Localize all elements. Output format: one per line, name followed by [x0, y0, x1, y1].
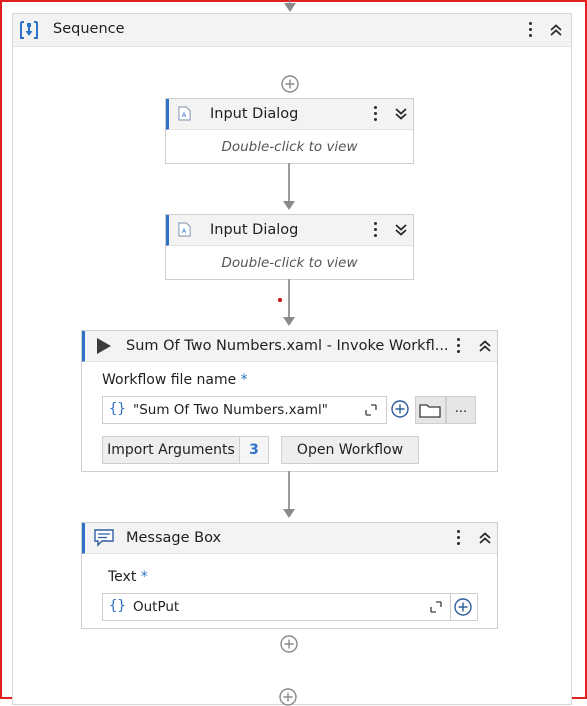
top-arrow [284, 3, 296, 12]
activity-title: Input Dialog [210, 222, 299, 238]
expand-icon[interactable] [393, 106, 409, 122]
input-dialog-activity[interactable]: A Input Dialog Double-click to view [165, 98, 414, 164]
connector-line [288, 471, 290, 509]
sequence-title: Sequence [53, 21, 125, 37]
activity-menu-icon[interactable] [370, 219, 382, 241]
browse-folder-button[interactable] [415, 396, 446, 424]
text-value: OutPut [133, 599, 180, 615]
activity-header[interactable]: Sum Of Two Numbers.xaml - Invoke Workfl.… [82, 331, 497, 362]
activity-menu-icon[interactable] [453, 527, 465, 549]
open-workflow-button[interactable]: Open Workflow [281, 436, 419, 464]
collapse-icon[interactable] [477, 338, 493, 354]
add-activity-icon[interactable] [281, 75, 299, 93]
add-variable-cell[interactable] [451, 593, 478, 621]
connector-arrow [283, 201, 295, 210]
text-input[interactable]: {} OutPut [102, 593, 451, 621]
workflow-file-input[interactable]: {} "Sum Of Two Numbers.xaml" [102, 396, 387, 424]
expand-editor-icon[interactable] [365, 404, 377, 416]
breakpoint-dot [278, 298, 282, 302]
invoke-workflow-activity[interactable]: Sum Of Two Numbers.xaml - Invoke Workfl.… [81, 330, 498, 472]
activity-hint: Double-click to view [221, 139, 358, 155]
add-activity-icon[interactable] [279, 688, 297, 706]
activity-menu-icon[interactable] [453, 335, 465, 357]
svg-text:A: A [182, 111, 187, 119]
add-activity-icon[interactable] [280, 635, 298, 653]
sequence-header[interactable]: Sequence [13, 14, 571, 47]
expression-icon: {} [109, 401, 126, 417]
input-dialog-activity[interactable]: A Input Dialog Double-click to view [165, 214, 414, 280]
more-options-button[interactable]: ... [446, 396, 476, 424]
activity-header[interactable]: Message Box [82, 523, 497, 554]
text-field-label: Text * [108, 569, 148, 585]
svg-text:A: A [182, 227, 187, 235]
activity-header[interactable]: A Input Dialog [166, 99, 413, 130]
message-box-activity[interactable]: Message Box Text * {} OutPut [81, 522, 498, 629]
collapse-icon[interactable] [548, 22, 564, 38]
connector-line [288, 279, 290, 317]
activity-title: Sum Of Two Numbers.xaml - Invoke Workfl.… [126, 338, 449, 354]
expand-editor-icon[interactable] [430, 601, 442, 613]
input-dialog-icon: A [178, 222, 191, 237]
add-variable-icon[interactable] [391, 400, 409, 418]
sequence-menu-icon[interactable] [525, 19, 537, 41]
argument-count-badge: 3 [239, 436, 269, 464]
activity-title: Message Box [126, 530, 222, 546]
play-icon [97, 338, 111, 354]
workflow-file-value: "Sum Of Two Numbers.xaml" [133, 402, 328, 418]
collapse-icon[interactable] [477, 530, 493, 546]
sequence-icon [20, 21, 38, 39]
import-arguments-button[interactable]: Import Arguments [102, 436, 240, 464]
connector-arrow [283, 317, 295, 326]
add-variable-icon[interactable] [454, 598, 472, 616]
expression-icon: {} [109, 598, 126, 614]
activity-title: Input Dialog [210, 106, 299, 122]
folder-icon [419, 404, 441, 418]
connector-arrow [283, 509, 295, 518]
connector-line [288, 163, 290, 201]
workflow-file-label: Workflow file name * [102, 372, 248, 388]
activity-menu-icon[interactable] [370, 103, 382, 125]
activity-hint: Double-click to view [221, 255, 358, 271]
message-icon [94, 529, 114, 547]
sequence-container[interactable]: Sequence A Input Dialog Double-click to … [12, 13, 572, 705]
activity-header[interactable]: A Input Dialog [166, 215, 413, 246]
input-dialog-icon: A [178, 106, 191, 121]
expand-icon[interactable] [393, 222, 409, 238]
